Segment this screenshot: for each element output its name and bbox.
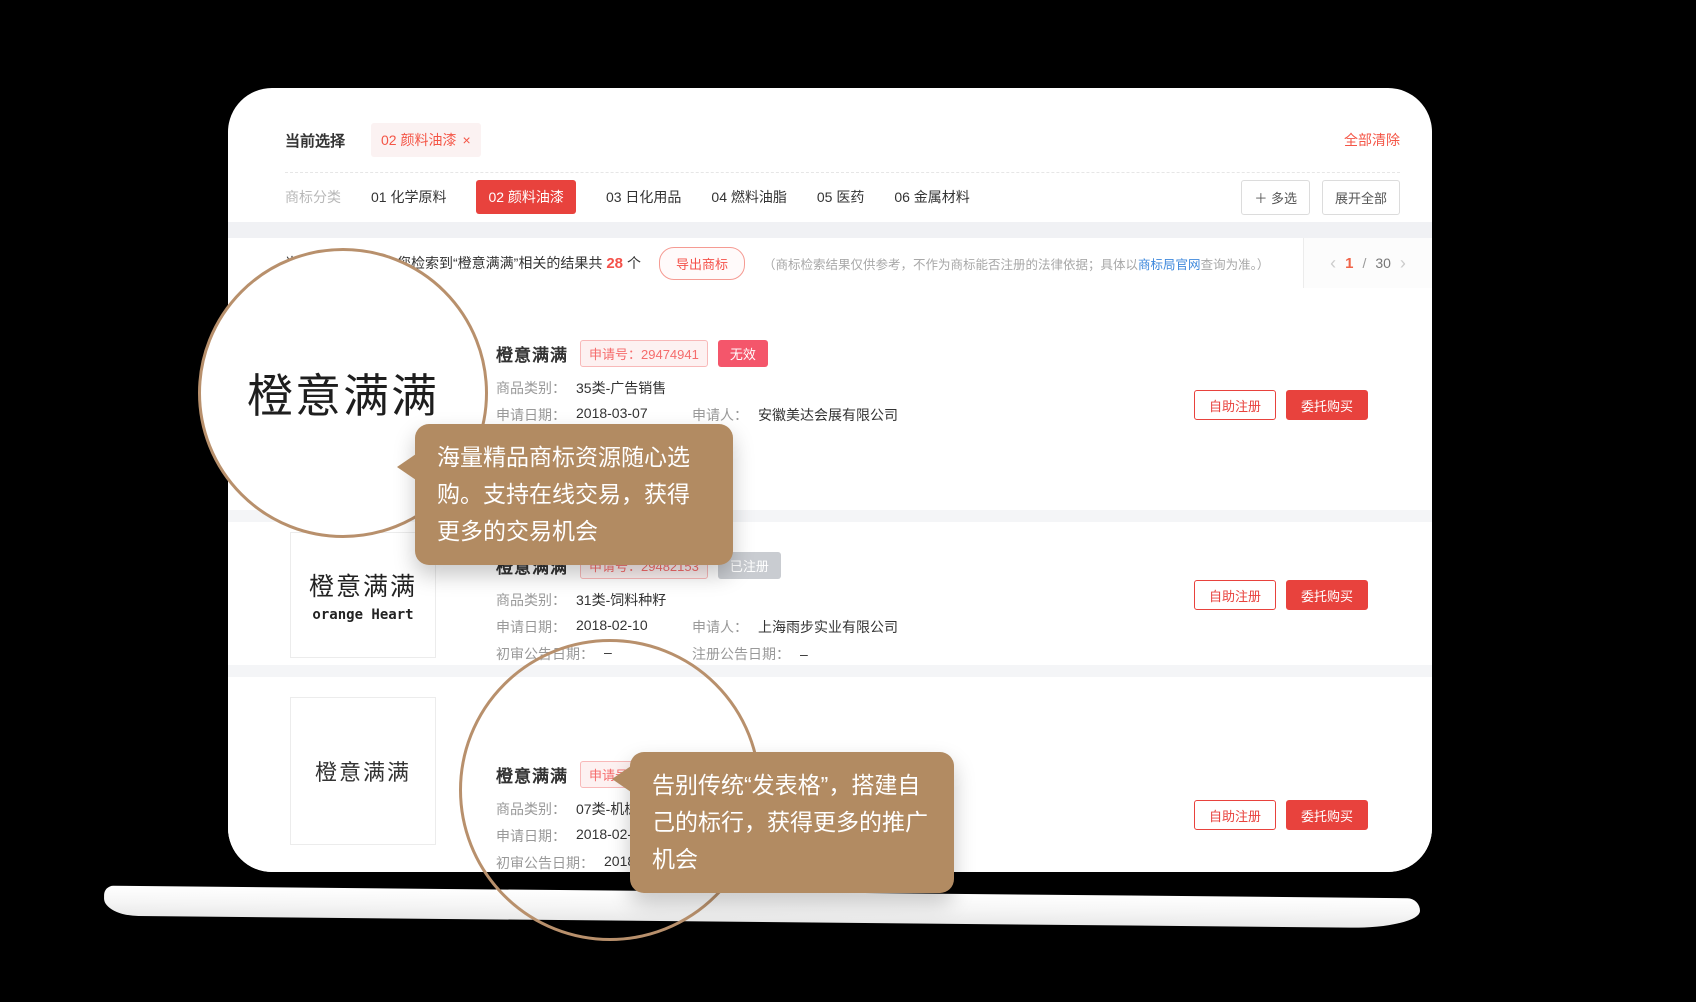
remove-filter-icon[interactable]: ×: [462, 133, 470, 147]
entrust-purchase-button[interactable]: 委托购买: [1286, 390, 1368, 420]
thumbnail-text: 橙意满满: [315, 755, 411, 787]
apply-date-value: 2018-03-07: [576, 405, 648, 425]
row-divider: [228, 665, 1432, 677]
promo-tooltip-promotion: 告别传统“发表格”，搭建自己的标行，获得更多的推广机会: [630, 752, 954, 893]
category-bar-actions: ＋ 多选 展开全部: [1241, 180, 1400, 215]
applicant-label: 申请人：: [692, 619, 748, 635]
trademark-thumbnail-3: 橙意满满: [290, 697, 436, 845]
apply-date-label: 申请日期：: [496, 617, 566, 637]
expand-all-button[interactable]: 展开全部: [1322, 180, 1400, 215]
applicant-value: 安徽美达会展有限公司: [758, 407, 898, 423]
magnified-trademark-text: 橙意满满: [247, 360, 439, 426]
trademark-office-link[interactable]: 商标局官网: [1138, 258, 1201, 272]
result-row-2: 橙意满满 orange Heart 橙意满满 申请号：29482153 已注册 …: [228, 522, 1432, 665]
reg-notice-value: –: [800, 646, 808, 662]
category-item-03[interactable]: 03 日化用品: [606, 187, 681, 207]
promo-tooltip-trade-text: 海量精品商标资源随心选购。支持在线交易，获得更多的交易机会: [437, 444, 690, 544]
self-register-button[interactable]: 自助注册: [1194, 580, 1276, 610]
page-separator: /: [1362, 255, 1366, 271]
export-trademarks-button[interactable]: 导出商标: [659, 247, 745, 280]
next-page-icon[interactable]: ›: [1400, 254, 1406, 272]
trademark-name: 橙意满满: [496, 341, 568, 366]
entrust-purchase-button[interactable]: 委托购买: [1286, 800, 1368, 830]
pagination: ‹ 1 / 30 ›: [1303, 238, 1432, 288]
self-register-button[interactable]: 自助注册: [1194, 800, 1276, 830]
total-pages: 30: [1375, 255, 1391, 271]
application-number-badge: 申请号：29474941: [580, 340, 708, 367]
category-field-value: 35类-广告销售: [576, 378, 666, 398]
entrust-purchase-button[interactable]: 委托购买: [1286, 580, 1368, 610]
category-item-01[interactable]: 01 化学原料: [371, 187, 446, 207]
section-divider-band: [228, 222, 1432, 238]
category-item-05[interactable]: 05 医药: [817, 187, 864, 207]
apply-date-value: 2018-02-10: [576, 617, 648, 637]
status-badge-invalid: 无效: [718, 340, 768, 367]
clear-all-button[interactable]: 全部清除: [1344, 130, 1400, 150]
row-actions-1: 自助注册 委托购买: [1194, 390, 1368, 420]
selected-filter-tag[interactable]: 02 颜料油漆 ×: [371, 123, 481, 157]
reg-notice-label: 注册公告日期：: [692, 646, 790, 662]
disclaimer-text-after: 查询为准。）: [1201, 258, 1270, 272]
selected-filter-tag-text: 02 颜料油漆: [381, 130, 456, 150]
thumbnail-subtext: orange Heart: [312, 607, 413, 623]
results-unit: 个: [627, 253, 641, 273]
prev-page-icon[interactable]: ‹: [1330, 254, 1336, 272]
applicant-label: 申请人：: [692, 407, 748, 423]
applicant-value: 上海雨步实业有限公司: [758, 619, 898, 635]
category-bar-label: 商标分类: [285, 187, 341, 207]
results-disclaimer: （商标检索结果仅供参考，不作为商标能否注册的法律依据；具体以商标局官网查询为准。…: [763, 254, 1269, 273]
promo-tooltip-trade: 海量精品商标资源随心选购。支持在线交易，获得更多的交易机会: [415, 424, 733, 565]
category-field-value: 31类-饲料种籽: [576, 590, 666, 610]
row-actions-2: 自助注册 委托购买: [1194, 580, 1368, 610]
current-page: 1: [1345, 255, 1353, 272]
results-summary: 当前分类条件下为您检索到“橙意满满”相关的结果共 28 个 导出商标 （商标检索…: [285, 238, 1300, 288]
tooltip-arrow-left-icon: [397, 454, 416, 480]
category-bar: 商标分类 01 化学原料 02 颜料油漆 03 日化用品 04 燃料油脂 05 …: [285, 174, 1400, 220]
divider: [285, 172, 1400, 173]
thumbnail-text: 橙意满满: [309, 567, 417, 603]
category-item-04[interactable]: 04 燃料油脂: [711, 187, 786, 207]
current-selection-label: 当前选择: [285, 130, 345, 151]
current-selection-bar: 当前选择 02 颜料油漆 × 全部清除: [285, 118, 1400, 162]
category-item-06[interactable]: 06 金属材料: [894, 187, 969, 207]
apply-date-label: 申请日期：: [496, 405, 566, 425]
results-count: 28: [606, 255, 623, 272]
self-register-button[interactable]: 自助注册: [1194, 390, 1276, 420]
category-item-02-selected[interactable]: 02 颜料油漆: [476, 180, 575, 214]
multi-select-button[interactable]: ＋ 多选: [1241, 180, 1310, 215]
row-actions-3: 自助注册 委托购买: [1194, 800, 1368, 830]
category-field-label: 商品类别：: [496, 378, 566, 398]
promo-tooltip-promotion-text: 告别传统“发表格”，搭建自己的标行，获得更多的推广机会: [652, 772, 928, 872]
disclaimer-text-before: （商标检索结果仅供参考，不作为商标能否注册的法律依据；具体以: [763, 258, 1138, 272]
tooltip-arrow-left-icon: [612, 766, 631, 792]
category-field-label: 商品类别：: [496, 590, 566, 610]
result-details-1: 橙意满满 申请号：29474941 无效 商品类别： 35类-广告销售 申请日期：…: [496, 288, 1132, 428]
